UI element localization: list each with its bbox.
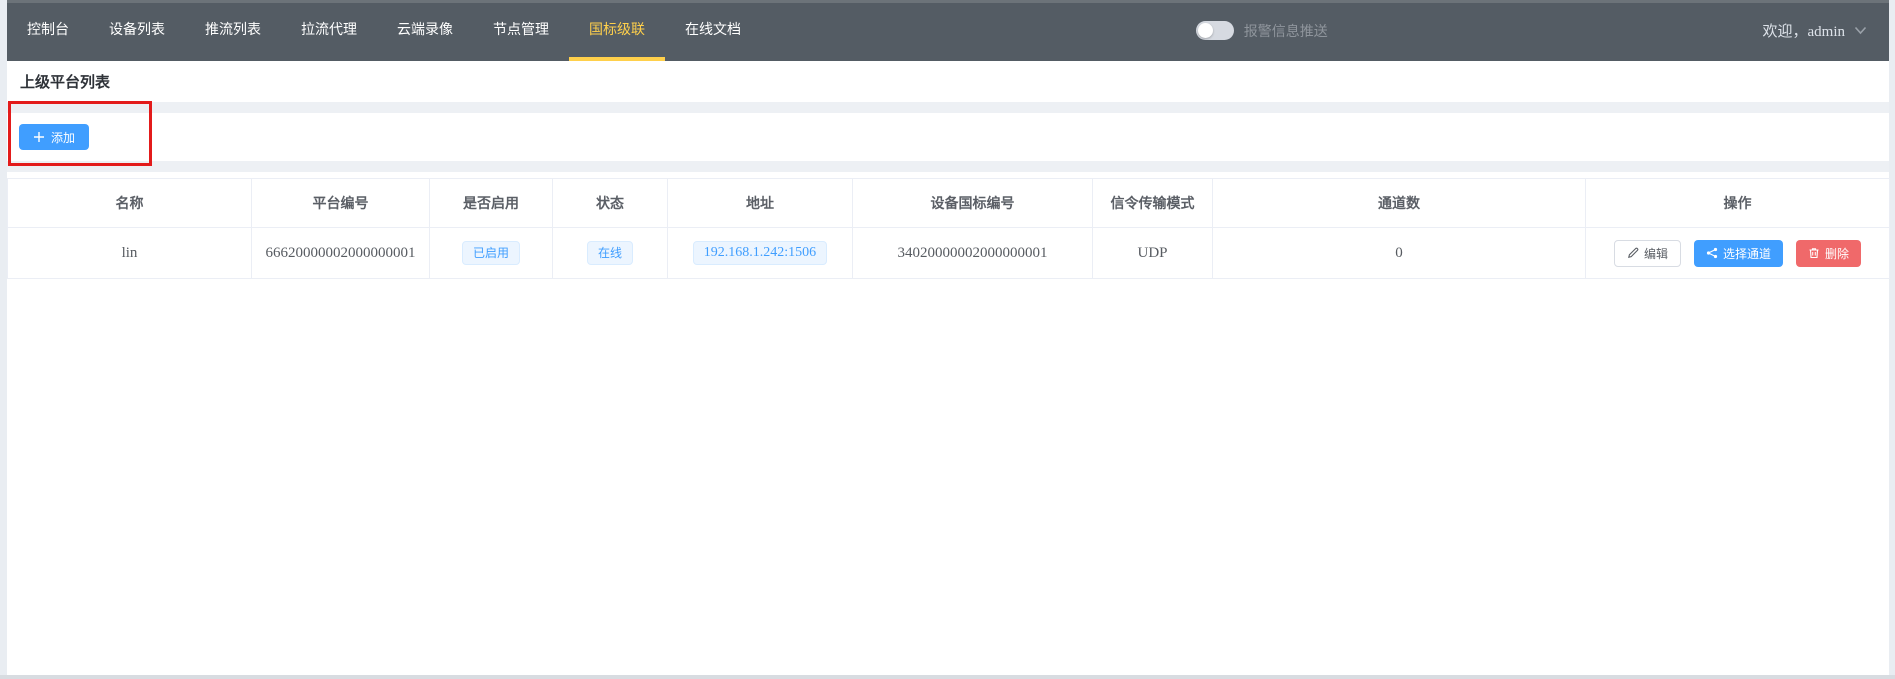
cell-enabled: 已启用 (430, 228, 553, 279)
top-nav-bar: 控制台 设备列表 推流列表 拉流代理 云端录像 节点管理 国标级联 在线文档 报… (7, 0, 1889, 61)
divider-band-top (7, 102, 1889, 113)
page-title: 上级平台列表 (20, 71, 110, 92)
cell-actions: 编辑 选择通道 (1586, 228, 1890, 279)
cell-address: 192.168.1.242:1506 (668, 228, 853, 279)
app-frame: 控制台 设备列表 推流列表 拉流代理 云端录像 节点管理 国标级联 在线文档 报… (7, 0, 1889, 675)
page-title-bar: 上级平台列表 (7, 61, 1889, 102)
cell-platform-id: 66620000002000000001 (252, 228, 430, 279)
column-header-actions: 操作 (1586, 179, 1890, 228)
nav-item-pull-stream-proxy[interactable]: 拉流代理 (281, 0, 377, 61)
row-actions: 编辑 选择通道 (1586, 240, 1889, 267)
select-channel-button[interactable]: 选择通道 (1694, 240, 1783, 267)
share-icon (1706, 247, 1718, 259)
edit-button-label: 编辑 (1644, 245, 1668, 262)
column-header-status: 状态 (553, 179, 668, 228)
delete-icon (1808, 247, 1820, 259)
column-header-name: 名称 (8, 179, 252, 228)
bottom-edge-strip (0, 675, 1895, 679)
select-channel-button-label: 选择通道 (1723, 245, 1771, 262)
content-area: 名称 平台编号 是否启用 状态 地址 设备国标编号 信令传输模式 通道数 操作 … (7, 172, 1889, 675)
user-menu[interactable]: 欢迎，admin (1763, 0, 1868, 61)
column-header-address: 地址 (668, 179, 853, 228)
edit-button[interactable]: 编辑 (1614, 240, 1681, 267)
nav-item-gb-cascade[interactable]: 国标级联 (569, 0, 665, 61)
delete-button[interactable]: 删除 (1796, 240, 1861, 267)
cell-device-gb-id: 34020000002000000001 (853, 228, 1093, 279)
cell-channel-count: 0 (1213, 228, 1586, 279)
divider-band-bottom (7, 161, 1889, 172)
nav-item-online-docs[interactable]: 在线文档 (665, 0, 761, 61)
welcome-user-text: 欢迎，admin (1763, 20, 1846, 41)
column-header-platform-id: 平台编号 (252, 179, 430, 228)
table-header-row: 名称 平台编号 是否启用 状态 地址 设备国标编号 信令传输模式 通道数 操作 (8, 179, 1890, 228)
nav-item-node-management[interactable]: 节点管理 (473, 0, 569, 61)
table-row: lin 66620000002000000001 已启用 在线 192.168.… (8, 228, 1890, 279)
add-button-label: 添加 (51, 129, 75, 146)
platform-table: 名称 平台编号 是否启用 状态 地址 设备国标编号 信令传输模式 通道数 操作 … (7, 178, 1890, 279)
alarm-push-toggle[interactable] (1196, 21, 1234, 40)
enabled-badge: 已启用 (462, 241, 520, 265)
edit-icon (1627, 247, 1639, 259)
address-badge: 192.168.1.242:1506 (693, 241, 827, 266)
nav-item-console[interactable]: 控制台 (7, 0, 89, 61)
column-header-transport-mode: 信令传输模式 (1093, 179, 1213, 228)
column-header-enabled: 是否启用 (430, 179, 553, 228)
nav-item-device-list[interactable]: 设备列表 (89, 0, 185, 61)
table-toolbar: 添加 (7, 113, 1889, 161)
status-badge: 在线 (587, 241, 633, 265)
cell-transport-mode: UDP (1093, 228, 1213, 279)
cell-status: 在线 (553, 228, 668, 279)
plus-icon (33, 131, 45, 143)
nav-item-push-stream-list[interactable]: 推流列表 (185, 0, 281, 61)
cell-name: lin (8, 228, 252, 279)
column-header-channel-count: 通道数 (1213, 179, 1586, 228)
delete-button-label: 删除 (1825, 245, 1849, 262)
column-header-device-gb-id: 设备国标编号 (853, 179, 1093, 228)
nav-item-cloud-recording[interactable]: 云端录像 (377, 0, 473, 61)
alarm-push-toggle-group: 报警信息推送 (1196, 0, 1328, 61)
toggle-knob (1198, 23, 1213, 38)
add-button[interactable]: 添加 (19, 124, 89, 150)
chevron-down-icon (1854, 26, 1867, 35)
alarm-push-toggle-label: 报警信息推送 (1244, 21, 1328, 41)
